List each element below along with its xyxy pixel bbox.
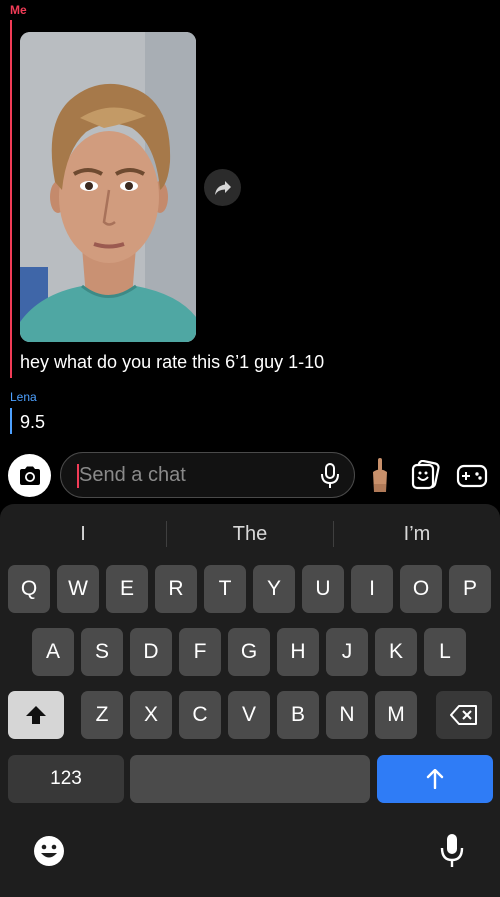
key-x[interactable]: X	[130, 691, 172, 739]
key-z[interactable]: Z	[81, 691, 123, 739]
shared-photo[interactable]	[20, 32, 196, 342]
chat-input[interactable]: Send a chat	[60, 452, 355, 498]
key-l[interactable]: L	[424, 628, 466, 676]
sender-name-me: Me	[10, 3, 27, 17]
send-key[interactable]	[377, 755, 493, 803]
key-m[interactable]: M	[375, 691, 417, 739]
game-controller-icon[interactable]	[456, 460, 488, 490]
key-g[interactable]: G	[228, 628, 270, 676]
sender-bar-lena	[10, 408, 12, 434]
key-e[interactable]: E	[106, 565, 148, 613]
keyboard: I The I’m Q W E R T Y U I O P A S D F G …	[0, 504, 500, 897]
camera-button[interactable]	[8, 454, 51, 497]
chat-input-row: Send a chat	[0, 444, 500, 504]
suggestion-1[interactable]: I	[0, 516, 166, 552]
key-c[interactable]: C	[179, 691, 221, 739]
key-p[interactable]: P	[449, 565, 491, 613]
key-h[interactable]: H	[277, 628, 319, 676]
microphone-icon[interactable]	[318, 462, 342, 490]
key-j[interactable]: J	[326, 628, 368, 676]
dictation-mic-icon[interactable]	[439, 833, 465, 869]
key-k[interactable]: K	[375, 628, 417, 676]
key-d[interactable]: D	[130, 628, 172, 676]
numbers-key[interactable]: 123	[8, 755, 124, 803]
sender-name-lena: Lena	[10, 390, 37, 404]
key-a[interactable]: A	[32, 628, 74, 676]
selfie-image	[20, 32, 196, 342]
sender-bar-me	[10, 20, 12, 378]
key-t[interactable]: T	[204, 565, 246, 613]
emoji-icon[interactable]	[33, 835, 65, 867]
chat-input-placeholder: Send a chat	[79, 464, 186, 486]
key-r[interactable]: R	[155, 565, 197, 613]
key-u[interactable]: U	[302, 565, 344, 613]
shift-key[interactable]	[8, 691, 64, 739]
key-f[interactable]: F	[179, 628, 221, 676]
key-o[interactable]: O	[400, 565, 442, 613]
return-arrow-icon	[426, 769, 444, 789]
key-q[interactable]: Q	[8, 565, 50, 613]
suggestion-2[interactable]: The	[167, 516, 333, 552]
key-w[interactable]: W	[57, 565, 99, 613]
backspace-icon	[450, 705, 477, 725]
key-y[interactable]: Y	[253, 565, 295, 613]
delete-key[interactable]	[436, 691, 492, 739]
share-button[interactable]	[204, 169, 241, 206]
key-i[interactable]: I	[351, 565, 393, 613]
share-arrow-icon	[214, 180, 231, 195]
message-text-lena: 9.5	[20, 412, 46, 432]
key-b[interactable]: B	[277, 691, 319, 739]
shift-arrow-icon	[26, 706, 46, 724]
key-n[interactable]: N	[326, 691, 368, 739]
sticker-icon[interactable]	[410, 460, 440, 490]
message-text-me: hey what do you rate this 6’1 guy 1-10	[20, 352, 325, 372]
key-v[interactable]: V	[228, 691, 270, 739]
key-s[interactable]: S	[81, 628, 123, 676]
space-key[interactable]	[130, 755, 370, 803]
bitmoji-icon[interactable]	[365, 456, 395, 494]
chat-thread: Me hey what do you rate this 6’1 guy 1-1…	[0, 0, 500, 444]
camera-icon	[19, 466, 40, 485]
suggestion-3[interactable]: I’m	[334, 516, 500, 552]
